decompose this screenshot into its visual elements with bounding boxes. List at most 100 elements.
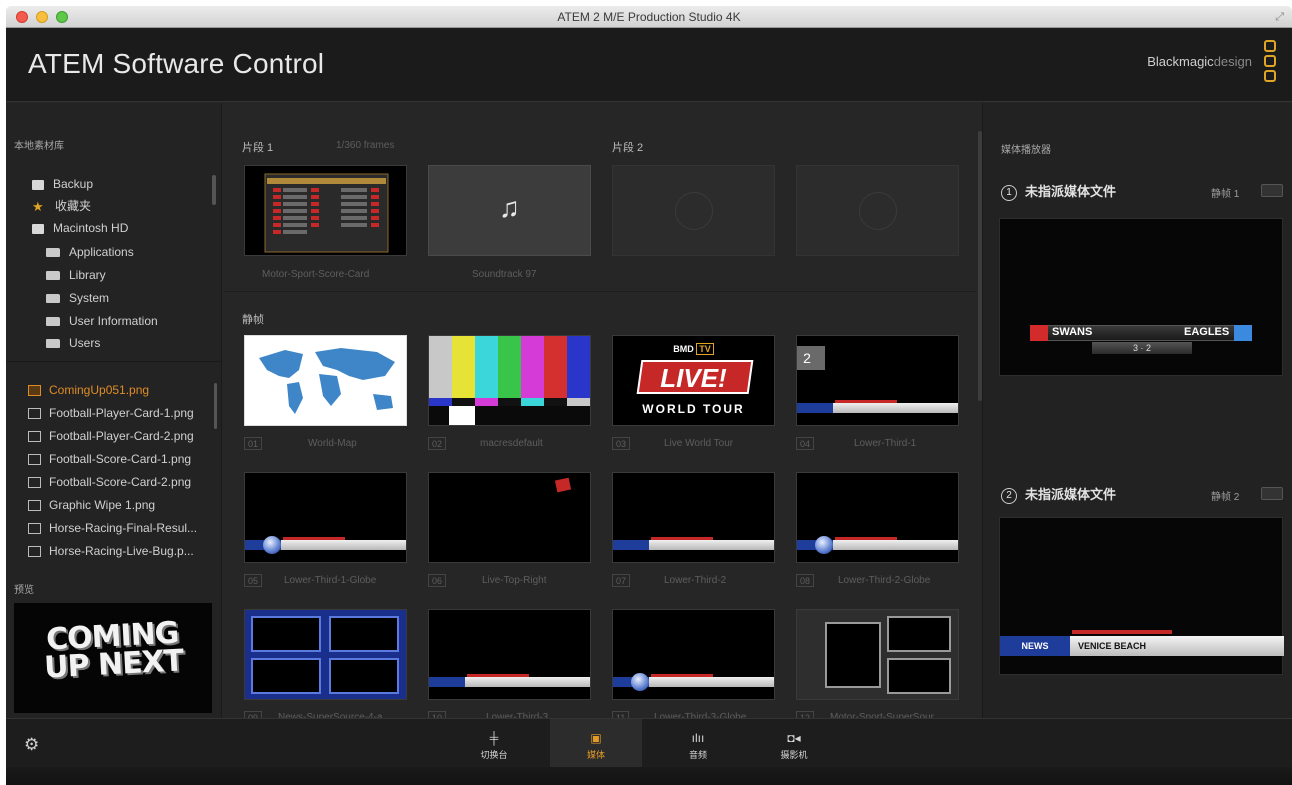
gear-icon[interactable]: ⚙ <box>24 735 39 755</box>
file-item[interactable]: Football-Score-Card-2.png <box>28 473 191 491</box>
drive-icon <box>32 179 44 190</box>
supersource-box <box>251 616 321 652</box>
world-map-graphic <box>259 348 395 414</box>
still-caption: Lower-Third-2-Globe <box>838 575 931 586</box>
still-caption: Live World Tour <box>664 438 734 449</box>
file-item[interactable]: Graphic Wipe 1.png <box>28 496 155 514</box>
live-text: LIVE! <box>660 363 727 393</box>
image-file-icon <box>28 477 41 489</box>
tree-item-macintosh-hd[interactable]: Macintosh HD <box>32 219 128 237</box>
tree-item-label: Macintosh HD <box>53 221 129 235</box>
tab-camera[interactable]: ◘◂ 摄影机 <box>748 719 840 767</box>
lower-third-tag <box>429 677 465 687</box>
tab-switcher[interactable]: ╪ 切换台 <box>448 719 540 767</box>
still-thumb-motor-sport-supersource[interactable] <box>796 609 959 700</box>
still-thumb-live-top-right[interactable] <box>428 472 591 563</box>
stills-label: 静帧 <box>242 314 264 326</box>
preview-line-2: UP NEXT <box>43 643 185 686</box>
brand-main: Blackmagic <box>1147 54 1214 69</box>
still-thumb-live-world-tour[interactable]: BMD TV LIVE! WORLD TOUR <box>612 335 775 426</box>
tree-item-user-information[interactable]: User Information <box>46 312 158 330</box>
clip-thumb-scorecard[interactable] <box>244 165 407 256</box>
file-item[interactable]: Horse-Racing-Live-Bug.p... <box>28 542 194 560</box>
file-item[interactable]: Football-Player-Card-2.png <box>28 427 194 445</box>
still-caption: Live-Top-Right <box>482 575 547 586</box>
still-thumb-lower-third-2-globe[interactable] <box>796 472 959 563</box>
supersource-box <box>329 616 399 652</box>
folder-icon <box>46 271 60 281</box>
file-item[interactable]: Horse-Racing-Final-Resul... <box>28 519 197 537</box>
still-thumb-lower-third-1[interactable]: 2 <box>796 335 959 426</box>
clip-caption: Soundtrack 97 <box>472 269 537 280</box>
player-1-still-label: 静帧 1 <box>1211 189 1240 200</box>
clip1-frames: 1/360 frames <box>336 140 395 151</box>
clip2-empty-audio-slot[interactable] <box>796 165 959 256</box>
app-window: ATEM Software Control Blackmagicdesign 本… <box>6 28 1292 785</box>
file-item-label: Football-Player-Card-1.png <box>49 406 194 420</box>
file-preview: COMING UP NEXT <box>14 603 212 713</box>
image-file-icon <box>28 454 41 466</box>
tree-item-label: Applications <box>69 245 134 259</box>
still-thumb-lower-third-3-globe[interactable] <box>612 609 775 700</box>
file-item[interactable]: Football-Score-Card-1.png <box>28 450 191 468</box>
tree-item-library[interactable]: Library <box>46 266 106 284</box>
tree-item-users[interactable]: Users <box>46 334 100 352</box>
file-item-active[interactable]: ComingUp051.png <box>28 381 149 399</box>
brand-light: design <box>1213 54 1252 69</box>
bottom-navigation-bar: ⚙ ╪ 切换台 ▣ 媒体 ılıı 音频 ◘◂ 摄影机 <box>6 718 1292 785</box>
image-file-icon <box>28 431 41 443</box>
clip1-label: 片段 1 <box>242 142 274 154</box>
media-icon: ▣ <box>590 731 602 745</box>
divider <box>224 291 976 292</box>
player-1-still-selector[interactable] <box>1261 184 1283 197</box>
still-thumb-lower-third-2[interactable] <box>612 472 775 563</box>
still-index: 04 <box>796 437 815 450</box>
media-players-panel: 媒体播放器 1 未指派媒体文件 静帧 1 SWANS EAGLES 3 · 2 2… <box>982 103 1292 718</box>
still-thumb-color-bars[interactable] <box>428 335 591 426</box>
bar-reflection <box>6 767 1292 785</box>
folder-icon <box>46 294 60 304</box>
tree-item-label: Library <box>69 268 106 282</box>
live-bug <box>554 477 572 493</box>
media-player-1-header: 1 未指派媒体文件 <box>1001 181 1116 201</box>
team-right-name: EAGLES <box>1184 326 1230 338</box>
tree-item-system[interactable]: System <box>46 289 109 307</box>
window-titlebar: ATEM 2 M/E Production Studio 4K ⤢ <box>6 6 1292 28</box>
tree-item-label: System <box>69 291 110 305</box>
still-thumb-news-supersource[interactable] <box>244 609 407 700</box>
file-item-label: Horse-Racing-Live-Bug.p... <box>49 544 194 558</box>
tree-item-favorites[interactable]: ★ 收藏夹 <box>32 197 91 215</box>
file-list-scrollbar[interactable] <box>214 383 217 429</box>
audio-icon: ılıı <box>691 731 705 745</box>
tree-item-backup[interactable]: Backup <box>32 175 93 193</box>
player-2-title: 未指派媒体文件 <box>1025 487 1117 502</box>
clip-thumb-soundtrack[interactable]: ♫ <box>428 165 591 256</box>
lower-third-text: VENICE BEACH <box>1078 641 1147 651</box>
image-file-icon <box>28 523 41 535</box>
supersource-box <box>887 658 951 694</box>
file-item[interactable]: Football-Player-Card-1.png <box>28 404 194 422</box>
fullscreen-icon[interactable]: ⤢ <box>1275 11 1284 24</box>
still-caption: World-Map <box>308 438 357 449</box>
still-thumb-lower-third-3[interactable] <box>428 609 591 700</box>
clip2-label: 片段 2 <box>612 142 644 154</box>
still-thumb-world-map[interactable] <box>244 335 407 426</box>
player-2-number-icon: 2 <box>1001 487 1017 504</box>
lower-third-accent <box>1072 630 1172 634</box>
still-index: 03 <box>612 437 631 450</box>
tree-item-applications[interactable]: Applications <box>46 243 134 261</box>
tab-label: 切换台 <box>480 750 508 760</box>
still-thumb-lower-third-1-globe[interactable] <box>244 472 407 563</box>
tab-label: 音频 <box>688 750 707 760</box>
tab-audio[interactable]: ılıı 音频 <box>652 719 744 767</box>
clip2-empty-slot[interactable] <box>612 165 775 256</box>
player-2-still-selector[interactable] <box>1261 487 1283 500</box>
tab-media[interactable]: ▣ 媒体 <box>550 719 642 767</box>
empty-still-icon <box>675 192 713 230</box>
team-left-name: SWANS <box>1052 326 1093 338</box>
file-item-label: Football-Score-Card-2.png <box>49 475 192 489</box>
tree-scrollbar[interactable] <box>212 175 216 205</box>
empty-audio-icon <box>859 192 897 230</box>
scorecard-graphic <box>264 173 389 253</box>
media-pool-panel: 片段 1 1/360 frames 片段 2 ♫ Motor-Sport-Sco… <box>224 103 982 724</box>
